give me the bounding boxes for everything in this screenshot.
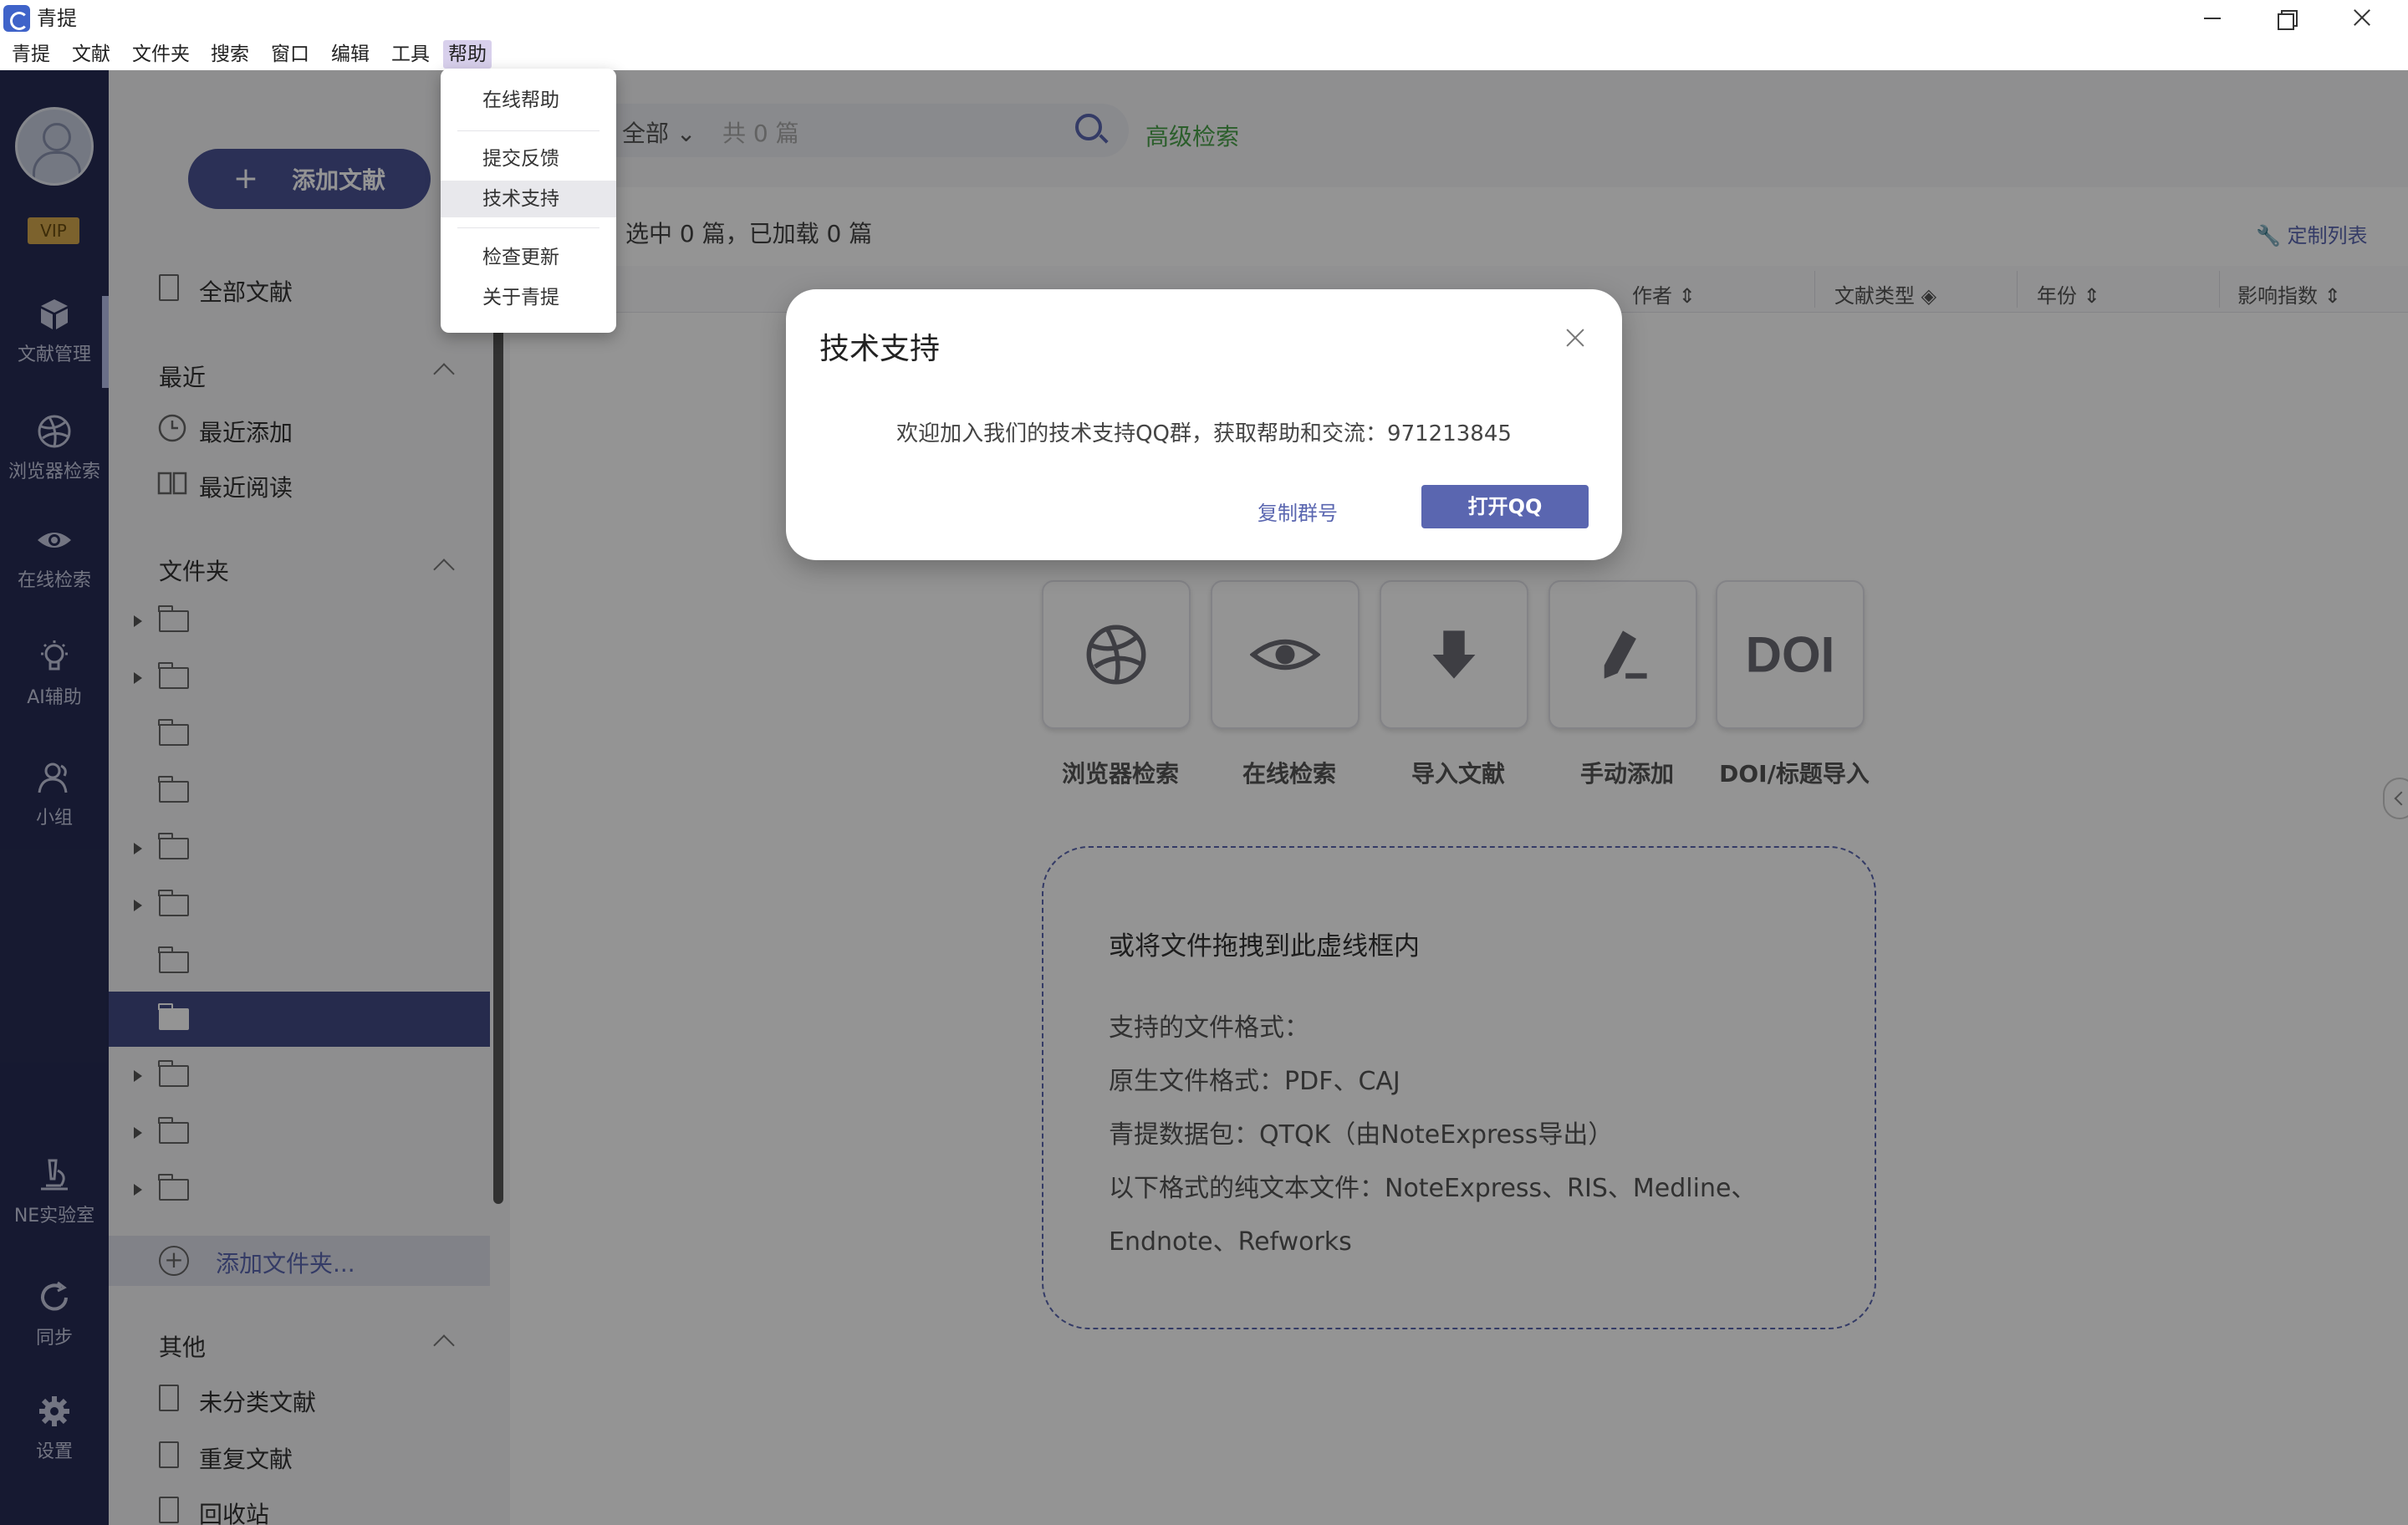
menu-item-online-help[interactable]: 在线帮助 — [441, 82, 616, 119]
tech-support-dialog: 技术支持 欢迎加入我们的技术支持QQ群，获取帮助和交流：971213845 复制… — [786, 289, 1622, 560]
menu-qingti[interactable]: 青提 — [7, 40, 55, 69]
menu-folder[interactable]: 文件夹 — [127, 40, 195, 69]
menu-bar: 青提 文献 文件夹 搜索 窗口 编辑 工具 帮助 — [0, 37, 2408, 70]
menu-divider — [457, 130, 599, 131]
restore-button[interactable] — [2249, 0, 2324, 37]
menu-search[interactable]: 搜索 — [206, 40, 254, 69]
title-bar: 青提 — [0, 0, 2408, 37]
menu-item-tech-support[interactable]: 技术支持 — [441, 181, 616, 217]
help-menu-dropdown: 在线帮助 提交反馈 技术支持 检查更新 关于青提 — [441, 69, 616, 333]
menu-divider — [457, 227, 599, 228]
menu-window[interactable]: 窗口 — [266, 40, 314, 69]
menu-item-feedback[interactable]: 提交反馈 — [441, 140, 616, 177]
close-window-button[interactable] — [2324, 0, 2400, 37]
menu-item-about[interactable]: 关于青提 — [441, 279, 616, 316]
menu-edit[interactable]: 编辑 — [326, 40, 375, 69]
dialog-title: 技术支持 — [819, 332, 941, 366]
menu-literature[interactable]: 文献 — [67, 40, 115, 69]
open-qq-button[interactable]: 打开QQ — [1421, 485, 1589, 528]
minimize-button[interactable] — [2174, 0, 2249, 37]
menu-tools[interactable]: 工具 — [386, 40, 435, 69]
app-logo-icon — [3, 5, 30, 32]
window-title: 青提 — [37, 7, 77, 30]
menu-item-check-update[interactable]: 检查更新 — [441, 239, 616, 276]
close-icon[interactable] — [1564, 326, 1587, 349]
modal-overlay — [0, 70, 2408, 1525]
dialog-message: 欢迎加入我们的技术支持QQ群，获取帮助和交流：971213845 — [896, 421, 1512, 446]
copy-group-number-button[interactable]: 复制群号 — [1258, 497, 1338, 526]
menu-help[interactable]: 帮助 — [443, 40, 492, 69]
